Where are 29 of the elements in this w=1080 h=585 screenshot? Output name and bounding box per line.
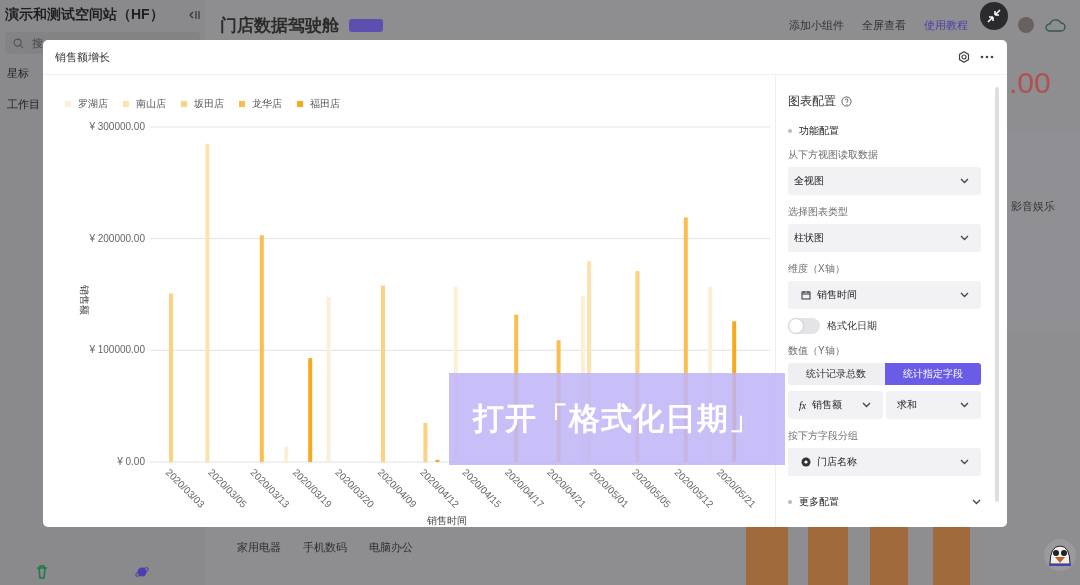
y-axis-title: 销售额 (79, 285, 90, 315)
field-label: 数值（Y轴） (788, 344, 846, 358)
dialog-title: 销售额增长 (55, 49, 110, 65)
caption-banner: 打开「格式化日期」 (449, 373, 785, 465)
x-axis-title: 销售时间 (427, 515, 467, 526)
y-tick-label: ¥ 300000.00 (89, 121, 145, 132)
legend-item: 手机数码 (303, 540, 347, 555)
field-label: 维度（X轴） (788, 262, 846, 276)
toggle-label: 格式化日期 (827, 319, 877, 333)
panel-title: 图表配置 (788, 92, 836, 110)
category-text: 影音娱乐 (1010, 200, 1055, 212)
section-title: 功能配置 (799, 124, 839, 138)
legend-label: 坂田店 (194, 97, 224, 111)
legend-label: 罗湖店 (78, 97, 108, 111)
space-title: 演示和测试空间站（HF） (5, 6, 164, 24)
field-label: 按下方字段分组 (788, 429, 859, 443)
legend-label: 龙华店 (252, 97, 282, 111)
y-tick-label: ¥ 200000.00 (89, 232, 145, 244)
field-label: 选择图表类型 (788, 205, 849, 219)
y-tick-label: ¥ 0.00 (117, 456, 145, 467)
legend-item: 电脑办公 (369, 540, 413, 555)
page-title: 门店数据驾驶舱 (220, 14, 339, 37)
amount-value: .00 (1008, 66, 1052, 100)
legend-label: 南山店 (136, 97, 166, 111)
legend-item: 家用电器 (237, 540, 281, 555)
legend-label: 福田店 (310, 97, 340, 111)
formula-icon: fx (799, 399, 807, 411)
field-label: 从下方视图读取数据 (788, 148, 879, 162)
y-tick-label: ¥ 100000.00 (89, 344, 145, 356)
